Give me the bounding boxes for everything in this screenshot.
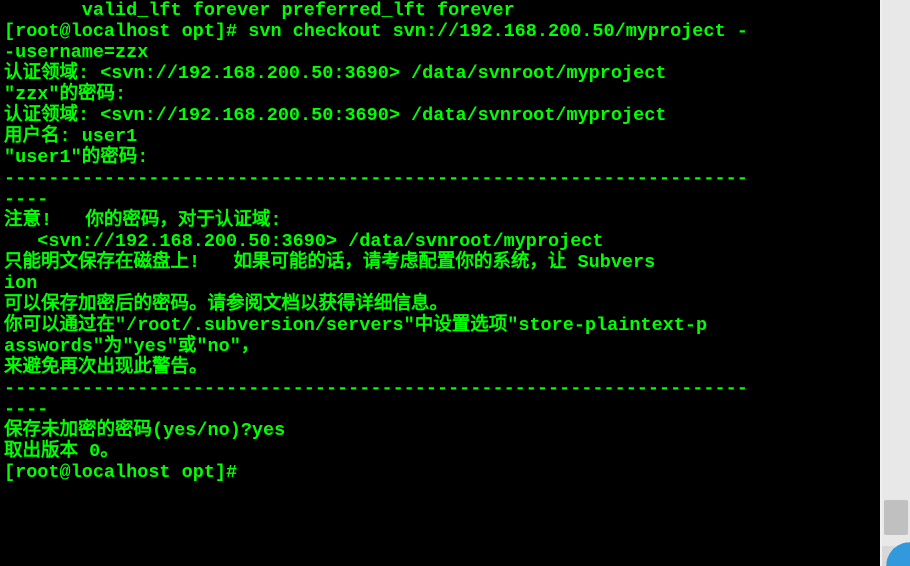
- terminal-line: ----------------------------------------…: [4, 378, 876, 399]
- terminal-line: 取出版本 0。: [4, 441, 876, 462]
- terminal-line: "zzx"的密码:: [4, 84, 876, 105]
- terminal-line: [root@localhost opt]# svn checkout svn:/…: [4, 21, 876, 42]
- terminal-line: ----: [4, 189, 876, 210]
- terminal-line: ----: [4, 399, 876, 420]
- terminal-line: 只能明文保存在磁盘上! 如果可能的话，请考虑配置你的系统，让 Subvers: [4, 252, 876, 273]
- terminal-line: 保存未加密的密码(yes/no)?yes: [4, 420, 876, 441]
- terminal-line: ion: [4, 273, 876, 294]
- scrollbar-thumb[interactable]: [884, 500, 908, 535]
- terminal-line: asswords"为"yes"或"no"，: [4, 336, 876, 357]
- resize-handle-icon[interactable]: [882, 538, 910, 566]
- terminal-line: valid_lft forever preferred_lft forever: [4, 0, 876, 21]
- terminal-line: 你可以通过在"/root/.subversion/servers"中设置选项"s…: [4, 315, 876, 336]
- terminal-line: <svn://192.168.200.50:3690> /data/svnroo…: [4, 231, 876, 252]
- scrollbar-track[interactable]: [882, 0, 910, 566]
- terminal-line: -username=zzx: [4, 42, 876, 63]
- terminal-line: 认证领域: <svn://192.168.200.50:3690> /data/…: [4, 63, 876, 84]
- terminal-line: 来避免再次出现此警告。: [4, 357, 876, 378]
- terminal-line: "user1"的密码:: [4, 147, 876, 168]
- terminal-line: ----------------------------------------…: [4, 168, 876, 189]
- terminal-line: 注意! 你的密码，对于认证域:: [4, 210, 876, 231]
- terminal-line: 可以保存加密后的密码。请参阅文档以获得详细信息。: [4, 294, 876, 315]
- terminal-window[interactable]: valid_lft forever preferred_lft forever …: [0, 0, 880, 566]
- terminal-prompt[interactable]: [root@localhost opt]#: [4, 462, 876, 483]
- terminal-line: 认证领域: <svn://192.168.200.50:3690> /data/…: [4, 105, 876, 126]
- terminal-line: 用户名: user1: [4, 126, 876, 147]
